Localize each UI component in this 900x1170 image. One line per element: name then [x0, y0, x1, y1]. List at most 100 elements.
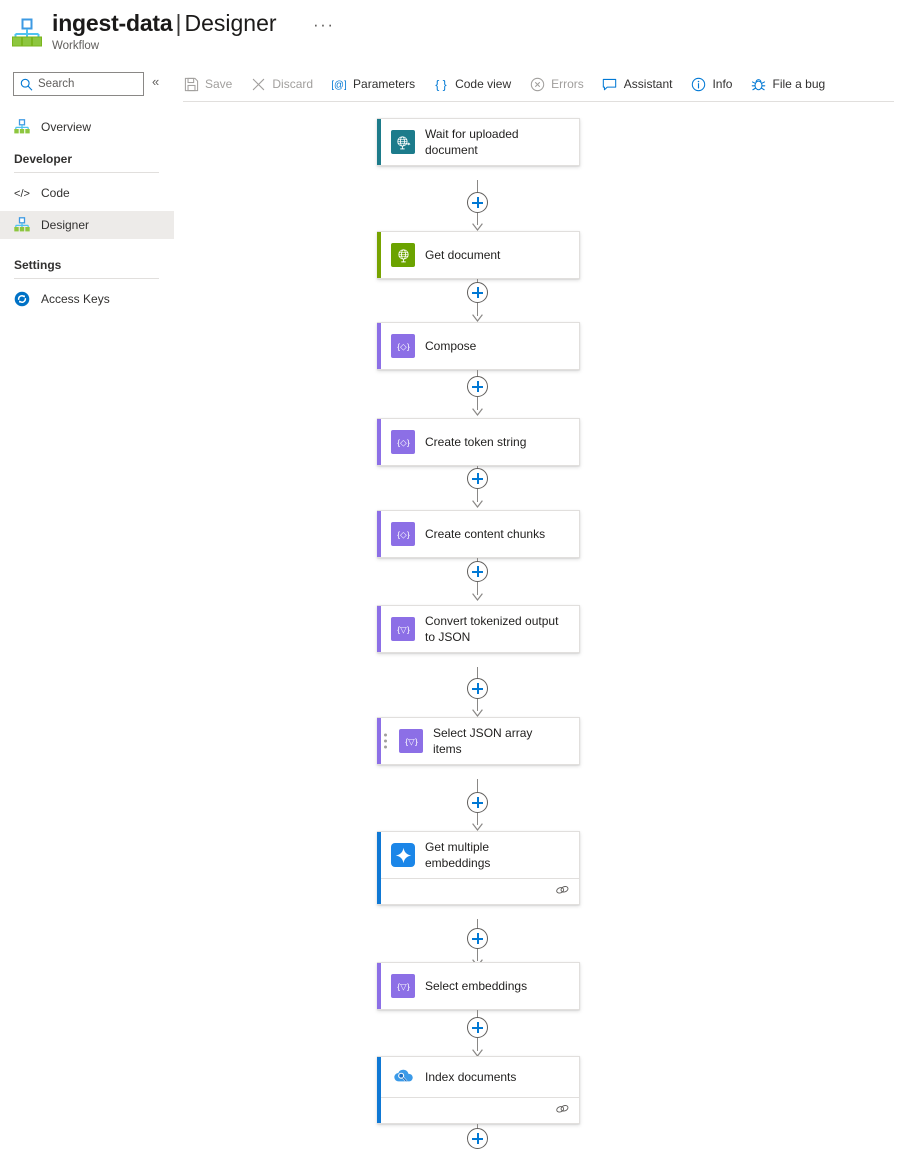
- insert-action-button-6[interactable]: [467, 678, 488, 699]
- more-options-button[interactable]: ···: [313, 15, 334, 35]
- bug-icon: [750, 76, 766, 92]
- compose-icon: {▽}: [391, 617, 415, 641]
- workflow-node-index-documents[interactable]: Index documents: [377, 1056, 580, 1124]
- azure-openai-icon: [391, 843, 415, 867]
- logic-app-icon: [14, 119, 30, 135]
- workflow-node-create-token-string[interactable]: {◇} Create token string: [377, 418, 580, 466]
- connector-arrow: [472, 500, 483, 508]
- file-a-bug-button[interactable]: File a bug: [741, 66, 834, 102]
- node-accent-bar: [377, 963, 381, 1009]
- discard-button[interactable]: Discard: [241, 66, 322, 102]
- sidebar-divider: [14, 172, 159, 173]
- workflow-node-get-document[interactable]: Get document: [377, 231, 580, 279]
- sidebar-item-label: Code: [41, 186, 70, 200]
- insert-action-button-1[interactable]: [467, 192, 488, 213]
- parameters-label: Parameters: [353, 77, 416, 91]
- workflow-node-convert-tokenized-output-to-json[interactable]: {▽} Convert tokenized output to JSON: [377, 605, 580, 653]
- save-button[interactable]: Save: [174, 66, 241, 102]
- compose-icon: {◇}: [391, 430, 415, 454]
- select-icon: {▽}: [399, 729, 423, 753]
- svg-text:{ }: { }: [435, 77, 447, 91]
- workflow-node-compose[interactable]: {◇} Compose: [377, 322, 580, 370]
- code-view-icon: { }: [433, 76, 449, 92]
- errors-icon: [529, 76, 545, 92]
- designer-canvas[interactable]: Wait for uploaded document Get document: [174, 102, 900, 1170]
- sidebar-group-developer: Developer: [14, 152, 73, 166]
- node-accent-bar: [377, 718, 381, 764]
- insert-action-button-3[interactable]: [467, 376, 488, 397]
- workflow-name: ingest-data: [52, 10, 173, 36]
- node-accent-bar: [377, 232, 381, 278]
- node-accent-bar: [377, 1057, 381, 1123]
- connector-line: [477, 779, 478, 793]
- workflow-node-get-multiple-embeddings[interactable]: Get multiple embeddings: [377, 831, 580, 905]
- drag-handle-icon[interactable]: [384, 733, 387, 749]
- blob-trigger-icon: [391, 130, 415, 154]
- svg-text:</>: </>: [14, 188, 30, 200]
- svg-text:{▽}: {▽}: [397, 624, 410, 634]
- insert-action-button-8[interactable]: [467, 928, 488, 949]
- access-keys-icon: [14, 291, 30, 307]
- sidebar-item-label: Overview: [41, 120, 92, 134]
- chevron-double-left-icon[interactable]: «: [152, 75, 159, 88]
- logic-app-icon: [14, 217, 30, 233]
- sidebar-item-designer[interactable]: Designer: [0, 211, 174, 239]
- insert-action-button-5[interactable]: [467, 561, 488, 582]
- workflow-node-select-json-array-items[interactable]: {▽} Select JSON array items: [377, 717, 580, 765]
- node-accent-bar: [377, 323, 381, 369]
- search-icon: [20, 78, 33, 91]
- sidebar-item-access-keys[interactable]: Access Keys: [0, 285, 174, 313]
- connection-link-icon[interactable]: [555, 883, 570, 901]
- node-title: Select embeddings: [425, 979, 528, 993]
- parameters-button[interactable]: [@] Parameters: [322, 66, 424, 102]
- node-accent-bar: [377, 832, 381, 904]
- errors-button[interactable]: Errors: [520, 66, 593, 102]
- connector-arrow: [472, 593, 483, 601]
- discard-label: Discard: [272, 77, 314, 91]
- blob-action-icon: [391, 243, 415, 267]
- node-title: Get document: [425, 248, 501, 262]
- node-title: Create token string: [425, 435, 527, 449]
- assistant-icon: [602, 76, 618, 92]
- info-button[interactable]: Info: [681, 66, 741, 102]
- code-view-label: Code view: [455, 77, 512, 91]
- discard-icon: [250, 76, 266, 92]
- code-icon: </>: [14, 185, 30, 201]
- insert-action-button-4[interactable]: [467, 468, 488, 489]
- file-a-bug-label: File a bug: [772, 77, 826, 91]
- svg-text:{◇}: {◇}: [397, 341, 410, 351]
- assistant-label: Assistant: [623, 77, 673, 91]
- toolbar: Save Discard [@] Parameters { } Code vie…: [174, 66, 900, 102]
- node-title: Get multiple embeddings: [425, 840, 491, 870]
- save-label: Save: [205, 77, 233, 91]
- page-title: ingest-data | Designer: [52, 10, 277, 37]
- sidebar-item-code[interactable]: </> Code: [0, 179, 174, 207]
- insert-action-button-10[interactable]: [467, 1128, 488, 1149]
- insert-action-button-7[interactable]: [467, 792, 488, 813]
- insert-action-button-2[interactable]: [467, 282, 488, 303]
- code-view-button[interactable]: { } Code view: [424, 66, 520, 102]
- title-bar: ingest-data | Designer ··· Workflow: [0, 0, 900, 66]
- connector-arrow: [472, 223, 483, 231]
- workflow-node-select-embeddings[interactable]: {▽} Select embeddings: [377, 962, 580, 1010]
- select-icon: {▽}: [391, 974, 415, 998]
- compose-icon: {◇}: [391, 522, 415, 546]
- node-title: Index documents: [425, 1070, 517, 1084]
- assistant-button[interactable]: Assistant: [593, 66, 682, 102]
- page-subtitle: Workflow: [52, 40, 100, 52]
- errors-label: Errors: [551, 77, 584, 91]
- parameters-icon: [@]: [331, 76, 347, 92]
- sidebar-item-overview[interactable]: Overview: [0, 113, 174, 141]
- search-input[interactable]: [38, 78, 133, 90]
- node-accent-bar: [377, 119, 381, 165]
- svg-text:[@]: [@]: [331, 80, 347, 91]
- workflow-node-wait-for-uploaded-document[interactable]: Wait for uploaded document: [377, 118, 580, 166]
- workflow-node-create-content-chunks[interactable]: {◇} Create content chunks: [377, 510, 580, 558]
- connector-arrow: [472, 408, 483, 416]
- search-box[interactable]: [13, 72, 144, 96]
- svg-text:{◇}: {◇}: [397, 437, 410, 447]
- insert-action-button-9[interactable]: [467, 1017, 488, 1038]
- sidebar-divider: [14, 278, 159, 279]
- node-title: Select JSON array items: [433, 726, 533, 756]
- connection-link-icon[interactable]: [555, 1102, 570, 1120]
